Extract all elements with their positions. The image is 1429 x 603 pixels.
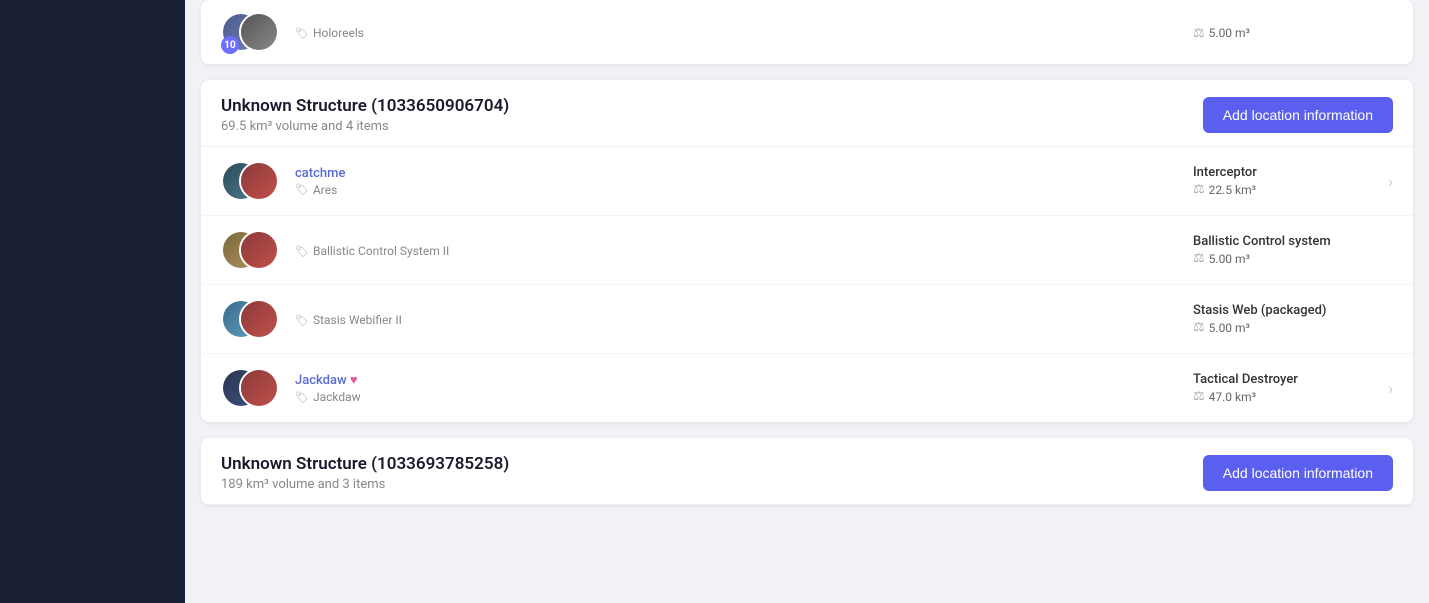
- structure-card-1: Unknown Structure (1033650906704) 69.5 k…: [201, 80, 1413, 422]
- catchme-left: catchme 🏷 Ares: [221, 159, 1193, 203]
- holoreels-volume-icon: ⚖: [1193, 26, 1205, 41]
- catchme-info: catchme 🏷 Ares: [295, 166, 1193, 197]
- jackdaw-avatar-char: [239, 368, 279, 408]
- catchme-tag-icon: 🏷: [295, 183, 309, 196]
- stasis-avatar-char: [239, 299, 279, 339]
- bcs-left: 🏷 Ballistic Control System II: [221, 228, 1193, 272]
- holoreels-volume-block: ⚖ 5.00 m³: [1193, 24, 1393, 41]
- holoreels-tag-icon: 🏷: [295, 27, 309, 40]
- stasis-tag-text: Stasis Webifier II: [313, 313, 402, 327]
- holoreels-volume-text: 5.00 m³: [1209, 26, 1250, 40]
- holoreels-info: 🏷 Holoreels: [295, 24, 1193, 40]
- stasis-avatars: [221, 297, 281, 341]
- holoreels-row[interactable]: 10 🏷 Holoreels ⚖ 5.00 m³: [201, 0, 1413, 64]
- structure-1-title-block: Unknown Structure (1033650906704) 69.5 k…: [221, 96, 509, 134]
- top-item-card: 10 🏷 Holoreels ⚖ 5.00 m³: [201, 0, 1413, 64]
- holoreels-ship-img: [241, 14, 277, 50]
- catchme-volume: ⚖ 22.5 km³: [1193, 182, 1378, 197]
- bcs-volume: ⚖ 5.00 m³: [1193, 251, 1393, 266]
- holoreels-avatar-right: [239, 12, 279, 52]
- jackdaw-volume-text: 47.0 km³: [1209, 390, 1256, 404]
- catchme-avatars: [221, 159, 281, 203]
- stasis-row: 🏷 Stasis Webifier II Stasis Web (package…: [201, 285, 1413, 354]
- stasis-tag-icon: 🏷: [295, 314, 309, 327]
- bcs-info: 🏷 Ballistic Control System II: [295, 242, 1193, 258]
- holoreels-tag: 🏷 Holoreels: [295, 26, 1193, 40]
- stasis-tag: 🏷 Stasis Webifier II: [295, 313, 1193, 327]
- bcs-avatar-char: [239, 230, 279, 270]
- bcs-avatars: [221, 228, 281, 272]
- stasis-left: 🏷 Stasis Webifier II: [221, 297, 1193, 341]
- catchme-stats: Interceptor ⚖ 22.5 km³: [1193, 165, 1378, 197]
- catchme-tag-text: Ares: [313, 183, 337, 197]
- structure-2-title-block: Unknown Structure (1033693785258) 189 km…: [221, 454, 509, 492]
- bcs-volume-text: 5.00 m³: [1209, 252, 1250, 266]
- catchme-tag: 🏷 Ares: [295, 183, 1193, 197]
- stasis-stats: Stasis Web (packaged) ⚖ 5.00 m³: [1193, 303, 1393, 335]
- jackdaw-tag-text: Jackdaw: [313, 390, 361, 404]
- bcs-stats: Ballistic Control system ⚖ 5.00 m³: [1193, 234, 1393, 266]
- jackdaw-volume-icon: ⚖: [1193, 389, 1205, 404]
- bcs-tag-text: Ballistic Control System II: [313, 244, 449, 258]
- jackdaw-right: Tactical Destroyer ⚖ 47.0 km³ ›: [1193, 372, 1393, 404]
- jackdaw-left: Jackdaw ♥ 🏷 Jackdaw: [221, 366, 1193, 410]
- catchme-name-link[interactable]: catchme: [295, 166, 345, 181]
- stasis-volume-icon: ⚖: [1193, 320, 1205, 335]
- jackdaw-volume: ⚖ 47.0 km³: [1193, 389, 1378, 404]
- jackdaw-tag: 🏷 Jackdaw: [295, 390, 1193, 404]
- add-location-btn-1[interactable]: Add location information: [1203, 97, 1393, 133]
- jackdaw-type: Tactical Destroyer: [1193, 372, 1378, 387]
- stasis-info: 🏷 Stasis Webifier II: [295, 311, 1193, 327]
- sidebar: [0, 0, 185, 603]
- jackdaw-chevron: ›: [1388, 379, 1393, 398]
- catchme-name: catchme: [295, 166, 1193, 181]
- jackdaw-stats: Tactical Destroyer ⚖ 47.0 km³: [1193, 372, 1378, 404]
- holoreels-avatars: 10: [221, 10, 281, 54]
- bcs-volume-icon: ⚖: [1193, 251, 1205, 266]
- jackdaw-heart: ♥: [350, 373, 358, 388]
- stasis-type: Stasis Web (packaged): [1193, 303, 1393, 318]
- jackdaw-tag-icon: 🏷: [295, 391, 309, 404]
- jackdaw-name-link[interactable]: Jackdaw ♥: [295, 373, 358, 388]
- catchme-type: Interceptor: [1193, 165, 1378, 180]
- catchme-chevron: ›: [1388, 172, 1393, 191]
- jackdaw-info: Jackdaw ♥ 🏷 Jackdaw: [295, 372, 1193, 404]
- holoreels-stats: ⚖ 5.00 m³: [1193, 24, 1393, 41]
- stasis-right: Stasis Web (packaged) ⚖ 5.00 m³: [1193, 303, 1393, 335]
- bcs-row: 🏷 Ballistic Control System II Ballistic …: [201, 216, 1413, 285]
- jackdaw-avatars: [221, 366, 281, 410]
- stasis-volume: ⚖ 5.00 m³: [1193, 320, 1393, 335]
- jackdaw-row[interactable]: Jackdaw ♥ 🏷 Jackdaw Tactical Destroyer ⚖…: [201, 354, 1413, 422]
- catchme-right: Interceptor ⚖ 22.5 km³ ›: [1193, 165, 1393, 197]
- catchme-avatar-char: [239, 161, 279, 201]
- bcs-right: Ballistic Control system ⚖ 5.00 m³: [1193, 234, 1393, 266]
- structure-2-header: Unknown Structure (1033693785258) 189 km…: [201, 438, 1413, 505]
- stasis-volume-text: 5.00 m³: [1209, 321, 1250, 335]
- bcs-tag-icon: 🏷: [295, 245, 309, 258]
- structure-2-title: Unknown Structure (1033693785258): [221, 454, 509, 474]
- holoreels-tag-text: Holoreels: [313, 26, 364, 40]
- structure-1-subtitle: 69.5 km³ volume and 4 items: [221, 119, 509, 134]
- catchme-volume-icon: ⚖: [1193, 182, 1205, 197]
- jackdaw-name: Jackdaw ♥: [295, 372, 1193, 388]
- catchme-row[interactable]: catchme 🏷 Ares Interceptor ⚖ 22.5 km³: [201, 147, 1413, 216]
- main-content: 10 🏷 Holoreels ⚖ 5.00 m³ Un: [185, 0, 1429, 603]
- structure-1-header: Unknown Structure (1033650906704) 69.5 k…: [201, 80, 1413, 147]
- bcs-tag: 🏷 Ballistic Control System II: [295, 244, 1193, 258]
- add-location-btn-2[interactable]: Add location information: [1203, 455, 1393, 491]
- structure-2-subtitle: 189 km³ volume and 3 items: [221, 477, 509, 492]
- bcs-type: Ballistic Control system: [1193, 234, 1393, 249]
- catchme-volume-text: 22.5 km³: [1209, 183, 1256, 197]
- holoreels-volume: ⚖ 5.00 m³: [1193, 26, 1393, 41]
- structure-1-title: Unknown Structure (1033650906704): [221, 96, 509, 116]
- holoreels-badge: 10: [221, 36, 239, 54]
- structure-card-2: Unknown Structure (1033693785258) 189 km…: [201, 438, 1413, 505]
